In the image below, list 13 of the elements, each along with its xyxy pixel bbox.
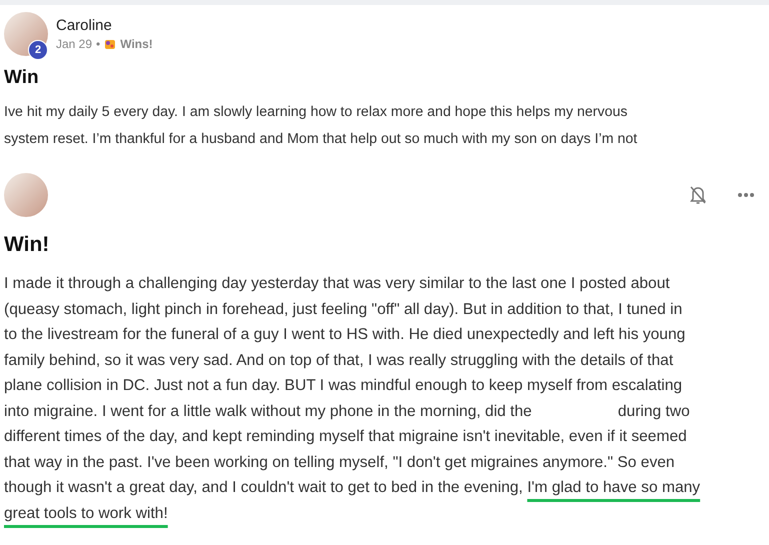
author-name[interactable]: Caroline (56, 17, 153, 34)
category-label[interactable]: Wins! (120, 37, 153, 51)
party-icon (104, 38, 116, 50)
post-body: Ive hit my daily 5 every day. I am slowly learning how to relax more and hope this helps my nervous system reset. I’m thankful for a husband and Mom that help out so much with my son on days I’m not (4, 103, 638, 149)
bell-off-icon (689, 185, 707, 205)
avatar (4, 173, 48, 217)
post-title: Win! (4, 233, 50, 257)
post-body: I made it through a challenging day yesterday that was very similar to the last one I posted about (queasy stomach, light pinch in forehead, just feeling "off" all day). But in addition to that, I tuned in to the livestream for the funeral of a guy I went to HS with. He died unexpectedly and left his young family behind, so it was very sad. And on top of that, I was really struggling with the details of that plane collision in DC. Just not a fun day. BUT I was mindful enough to keep myself from escalating into migraine. I went for a little walk without my phone in the morning, did the during two different times of the day, and kept reminding myself that migraine isn't inevitable, even if it seemed that way in the past. I've been working on telling myself, "I don't get migraines anymore." So even though it wasn't a great day, and I couldn't wait to get to bed in the evening, I'm glad to have so many great tools to work with! (4, 274, 702, 524)
separator-dot: • (96, 37, 100, 51)
ellipsis-icon (737, 192, 755, 198)
level-badge: 2 (28, 40, 48, 60)
post-date: Jan 29 (56, 37, 92, 51)
post-title: Win (4, 67, 40, 89)
